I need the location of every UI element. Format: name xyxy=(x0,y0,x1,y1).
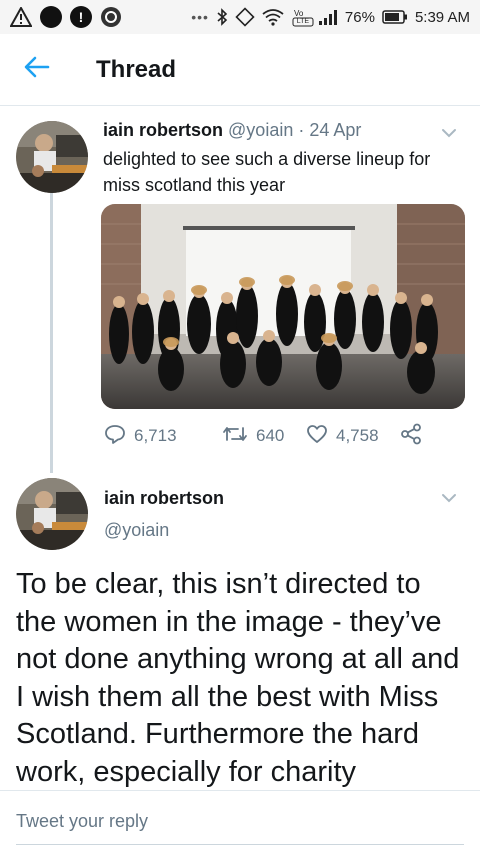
more-dots-icon: ••• xyxy=(191,9,209,25)
group-photo-image xyxy=(101,204,465,409)
heart-icon xyxy=(306,424,328,449)
avatar[interactable] xyxy=(16,121,88,193)
alert-icon: ! xyxy=(70,6,92,28)
author-name[interactable]: iain robertson xyxy=(104,488,224,509)
volte-icon: Vo LTE xyxy=(291,7,314,27)
page-title: Thread xyxy=(96,55,177,83)
share-icon xyxy=(400,423,422,450)
chevron-down-icon[interactable] xyxy=(440,489,458,507)
rotate-icon xyxy=(235,7,255,27)
app-header: Thread xyxy=(0,34,480,106)
network-badge: LTE xyxy=(296,18,310,25)
like-button[interactable]: 4,758 xyxy=(306,424,400,449)
share-button[interactable] xyxy=(400,423,422,450)
reply-icon xyxy=(104,424,126,449)
wifi-icon xyxy=(262,8,284,26)
reply-input[interactable]: Tweet your reply xyxy=(16,811,148,832)
chevron-down-icon[interactable] xyxy=(440,124,458,142)
retweet-icon xyxy=(222,425,248,448)
warning-icon xyxy=(10,7,32,27)
reply-underline xyxy=(16,844,464,845)
battery-icon xyxy=(382,10,408,24)
signal-icon xyxy=(318,9,338,25)
back-button[interactable] xyxy=(0,34,74,106)
retweet-button[interactable]: 640 xyxy=(222,425,306,448)
record-icon xyxy=(40,6,62,28)
tweet-actions: 6,713 640 4,758 xyxy=(104,423,422,450)
avatar[interactable] xyxy=(16,478,88,550)
clock: 5:39 AM xyxy=(414,8,470,26)
svg-text:Vo: Vo xyxy=(294,9,304,18)
back-arrow-icon xyxy=(24,56,50,83)
retweet-count: 640 xyxy=(256,426,285,445)
tweet-text: To be clear, this isn’t directed to the … xyxy=(16,568,460,788)
battery-percent: 76% xyxy=(344,8,375,26)
reply-bar: Tweet your reply xyxy=(0,790,480,853)
separator-dot: · xyxy=(298,120,305,140)
bluetooth-icon xyxy=(216,8,228,26)
reply-button[interactable]: 6,713 xyxy=(104,424,222,449)
author-handle[interactable]: @yoiain xyxy=(228,120,293,140)
like-count: 4,758 xyxy=(336,426,379,445)
app-icon xyxy=(100,6,122,28)
tweet-header: iain robertson @yoiain · 24 Apr xyxy=(103,120,361,141)
thread-connector xyxy=(50,193,53,473)
author-name[interactable]: iain robertson xyxy=(103,120,223,140)
tweet-text: delighted to see such a diverse lineup f… xyxy=(103,149,431,195)
author-handle[interactable]: @yoiain xyxy=(104,520,169,541)
tweet-photo[interactable] xyxy=(101,204,465,409)
reply-count: 6,713 xyxy=(134,426,177,445)
tweet-date[interactable]: 24 Apr xyxy=(309,120,361,140)
status-bar: ! ••• Vo LTE 76% 5:39 AM xyxy=(0,0,480,34)
